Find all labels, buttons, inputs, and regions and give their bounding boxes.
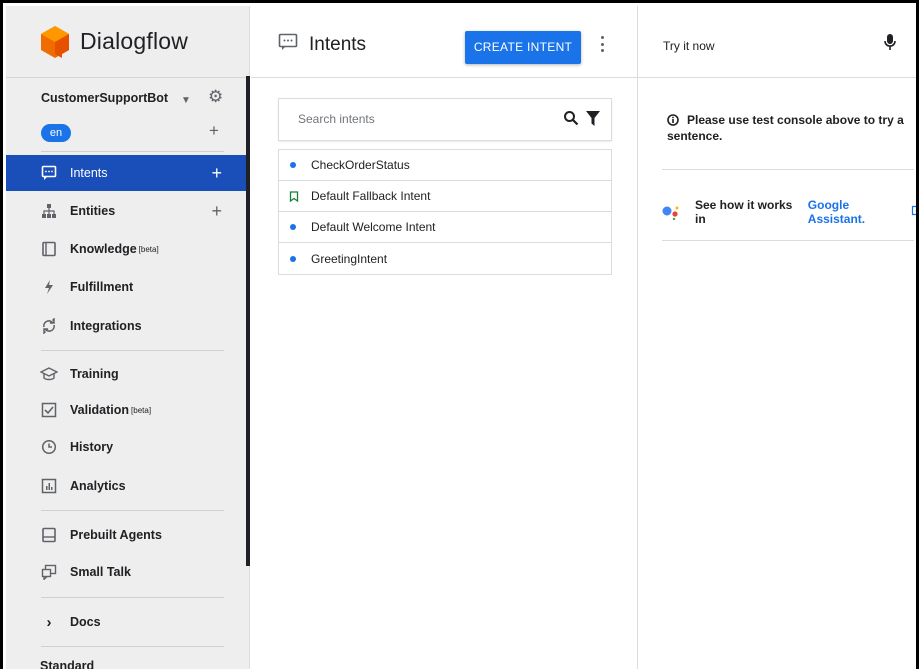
bar-chart-icon <box>40 477 58 495</box>
chevron-down-icon[interactable]: ▼ <box>181 95 191 106</box>
sidebar-item-history[interactable]: History <box>6 429 250 465</box>
sidebar-item-label: History <box>70 440 114 454</box>
app-name: Dialogflow <box>80 28 189 54</box>
sidebar-item-validation[interactable]: Validation [beta] <box>6 392 250 428</box>
intent-name: Default Fallback Intent <box>311 189 431 203</box>
info-text-continued: sentence. <box>667 129 723 143</box>
sidebar-item-label: Docs <box>70 615 101 629</box>
chat-bubble-icon <box>40 164 58 182</box>
create-intent-button[interactable]: CREATE INTENT <box>465 31 581 64</box>
divider <box>662 169 914 170</box>
sidebar-item-training[interactable]: Training <box>6 356 250 392</box>
sidebar-item-small-talk[interactable]: Small Talk <box>6 554 250 590</box>
sidebar-item-label: Knowledge <box>70 242 137 256</box>
sidebar-item-intents[interactable]: Intents + <box>6 155 250 191</box>
sidebar-item-label: Small Talk <box>70 565 131 579</box>
add-language-icon[interactable]: + <box>209 121 219 141</box>
intent-dot-icon <box>290 224 296 230</box>
sidebar-item-standard[interactable]: Standard <box>6 648 250 669</box>
info-message: Please use test console above to try a s… <box>667 112 907 144</box>
intents-header: Intents CREATE INTENT <box>251 6 637 78</box>
divider <box>41 597 224 598</box>
beta-badge: [beta] <box>131 405 152 415</box>
sidebar-item-docs[interactable]: › Docs <box>6 604 250 640</box>
assistant-text: See how it works in <box>695 198 793 226</box>
sidebar-item-entities[interactable]: Entities + <box>6 193 250 229</box>
lightning-icon <box>40 278 58 296</box>
google-assistant-link[interactable]: Google Assistant. <box>808 198 907 226</box>
list-item[interactable]: Default Welcome Intent <box>279 212 611 243</box>
sidebar-item-label: Standard <box>40 659 95 669</box>
chat-bubbles-icon <box>40 563 58 581</box>
agent-name: CustomerSupportBot <box>41 91 169 105</box>
sidebar-item-label: Prebuilt Agents <box>70 528 162 542</box>
clock-icon <box>40 438 58 456</box>
sidebar-item-label: Analytics <box>70 479 126 493</box>
filter-icon[interactable] <box>586 111 600 131</box>
info-text: Please use test console above to try a <box>687 113 904 127</box>
bookmark-icon <box>289 190 299 202</box>
info-icon <box>667 114 679 130</box>
intent-name: GreetingIntent <box>311 251 388 266</box>
intent-name: Default Welcome Intent <box>311 220 436 234</box>
graduation-cap-icon <box>40 365 58 383</box>
test-console: Try it now Please use test console above… <box>637 6 916 669</box>
divider <box>41 646 224 647</box>
add-entity-icon[interactable]: + <box>211 201 222 222</box>
divider <box>41 350 224 351</box>
intent-list: CheckOrderStatus Default Fallback Intent… <box>278 149 612 275</box>
chevron-right-icon: › <box>46 613 52 631</box>
intent-dot-icon <box>290 255 296 262</box>
hierarchy-icon <box>40 202 58 220</box>
add-intent-icon[interactable]: + <box>211 163 222 184</box>
sidebar-item-integrations[interactable]: Integrations <box>6 308 250 344</box>
list-item[interactable]: GreetingIntent <box>279 243 611 274</box>
intent-name: CheckOrderStatus <box>311 158 410 172</box>
divider <box>662 240 914 241</box>
logo-bar[interactable]: Dialogflow <box>6 6 249 78</box>
try-it-now-input[interactable]: Try it now <box>663 39 715 53</box>
sync-icon <box>40 317 58 335</box>
external-link-icon[interactable] <box>911 205 916 219</box>
search-icon[interactable] <box>563 110 579 131</box>
dialogflow-logo-icon <box>40 25 70 59</box>
sidebar-item-prebuilt-agents[interactable]: Prebuilt Agents <box>6 517 250 553</box>
sidebar-item-label: Training <box>70 367 119 381</box>
more-options-icon[interactable] <box>599 36 605 52</box>
try-it-now-bar[interactable]: Try it now <box>638 6 916 78</box>
sidebar-item-knowledge[interactable]: Knowledge [beta] <box>6 231 250 267</box>
sidebar-item-analytics[interactable]: Analytics <box>6 468 250 504</box>
beta-badge: [beta] <box>138 244 159 254</box>
list-item[interactable]: CheckOrderStatus <box>279 150 611 181</box>
sidebar-scrollbar[interactable] <box>246 76 250 566</box>
google-assistant-icon <box>662 204 682 221</box>
bookmark-book-icon <box>40 526 58 544</box>
sidebar-item-label: Entities <box>70 204 116 218</box>
book-icon <box>40 240 58 258</box>
search-input[interactable] <box>298 112 538 126</box>
sidebar-item-label: Fulfillment <box>70 280 134 294</box>
sidebar-item-label: Integrations <box>70 319 142 333</box>
intent-dot-icon <box>290 162 296 168</box>
google-assistant-promo: See how it works in Google Assistant. <box>662 198 916 226</box>
sidebar-item-label: Validation <box>70 403 130 417</box>
sidebar: Dialogflow CustomerSupportBot ▼ ⚙ en + I… <box>6 6 250 669</box>
language-chip[interactable]: en <box>41 124 71 142</box>
sidebar-item-label: Intents <box>70 166 108 180</box>
divider <box>41 510 224 511</box>
mic-icon[interactable] <box>884 33 896 56</box>
app-frame: Dialogflow CustomerSupportBot ▼ ⚙ en + I… <box>0 0 919 669</box>
checkbox-icon <box>40 401 58 419</box>
chat-bubble-icon <box>278 33 298 51</box>
sidebar-item-fulfillment[interactable]: Fulfillment <box>6 269 250 305</box>
page-title: Intents <box>309 34 367 55</box>
gear-icon[interactable]: ⚙ <box>208 87 223 107</box>
search-box <box>278 98 612 141</box>
agent-selector[interactable]: CustomerSupportBot ▼ ⚙ <box>6 87 250 109</box>
divider <box>41 151 224 152</box>
list-item[interactable]: Default Fallback Intent <box>279 181 611 212</box>
